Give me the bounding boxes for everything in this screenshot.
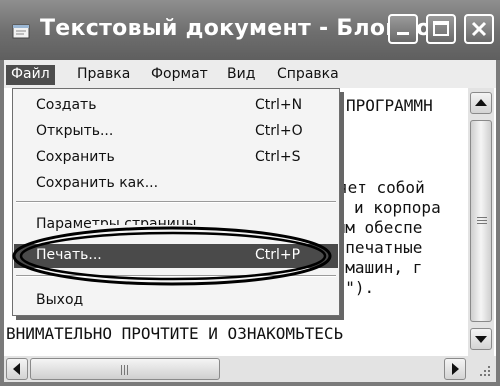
scroll-right-button[interactable] <box>444 358 466 380</box>
text-line: у печатные <box>326 238 423 257</box>
menu-item-save[interactable]: Сохранить Ctrl+S <box>14 146 338 170</box>
menu-view[interactable]: Вид <box>222 65 260 85</box>
resize-grip-icon <box>480 366 490 376</box>
close-icon <box>471 21 487 37</box>
text-line: ПРОГРАММН <box>346 96 433 115</box>
arrow-up-icon <box>475 99 487 106</box>
close-button[interactable] <box>464 14 494 44</box>
menu-edit[interactable]: Правка <box>72 65 135 85</box>
notepad-window: Текстовый документ - Блокнот Файл Правка… <box>0 0 500 386</box>
notepad-app-icon <box>12 24 30 39</box>
file-menu-dropdown: Создать Ctrl+N Открыть... Ctrl+O Сохрани… <box>12 88 340 316</box>
title-bar[interactable]: Текстовый документ - Блокнот <box>0 0 500 60</box>
scroll-down-button[interactable] <box>470 328 492 350</box>
menu-format[interactable]: Формат <box>146 65 213 85</box>
menu-bar: Файл Правка Формат Вид Справка <box>4 60 496 88</box>
arrow-right-icon <box>452 363 459 375</box>
window-title: Текстовый документ - Блокнот <box>40 16 445 41</box>
horizontal-scrollbar[interactable] <box>4 356 468 382</box>
horizontal-scroll-thumb[interactable] <box>30 358 220 380</box>
menu-file[interactable]: Файл <box>6 65 55 85</box>
menu-item-open[interactable]: Открыть... Ctrl+O <box>14 120 338 144</box>
arrow-down-icon <box>475 336 487 343</box>
text-line: х машин, г <box>326 258 423 277</box>
text-line: ВНИМАТЕЛЬНО ПРОЧТИТЕ И ОЗНАКОМЬТЕСЬ <box>6 324 344 343</box>
minimize-button[interactable] <box>388 14 418 44</box>
text-line: ным обеспе <box>326 218 423 237</box>
overlap-mask <box>91 225 241 233</box>
menu-item-print[interactable]: Печать... Ctrl+P <box>14 244 338 268</box>
menu-separator <box>16 275 336 277</box>
arrow-left-icon <box>13 363 20 375</box>
maximize-icon <box>433 21 449 36</box>
vertical-scrollbar[interactable] <box>468 88 494 358</box>
minimize-icon <box>397 32 409 35</box>
text-line: и корпора <box>354 198 441 217</box>
scroll-left-button[interactable] <box>6 358 28 380</box>
resize-grip[interactable] <box>468 356 496 382</box>
menu-help[interactable]: Справка <box>272 65 344 85</box>
menu-separator <box>16 201 336 203</box>
vertical-scroll-thumb[interactable] <box>470 120 492 322</box>
text-line: яет собой <box>338 178 425 197</box>
menu-item-save-as[interactable]: Сохранить как... <box>14 172 338 196</box>
scroll-up-button[interactable] <box>470 92 492 114</box>
menu-item-exit[interactable]: Выход <box>14 289 338 313</box>
menu-item-new[interactable]: Создать Ctrl+N <box>14 94 338 118</box>
maximize-button[interactable] <box>426 14 456 44</box>
